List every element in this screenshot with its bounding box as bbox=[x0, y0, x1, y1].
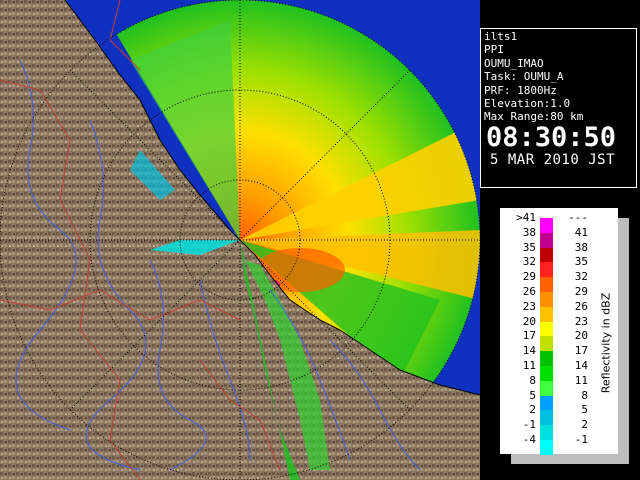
legend-row: -4 -1 bbox=[500, 433, 618, 456]
legend-color-swatch bbox=[540, 277, 553, 293]
legend-color-swatch bbox=[540, 395, 553, 411]
scan-date: 5 MAR 2010 JST bbox=[490, 151, 616, 168]
legend-color-swatch bbox=[540, 218, 553, 234]
radar-map bbox=[0, 0, 480, 480]
legend-color-swatch bbox=[540, 336, 553, 352]
legend-color-swatch bbox=[540, 232, 553, 249]
scan-time: 08:30:50 bbox=[486, 121, 617, 153]
info-elevation: Elevation:1.0 bbox=[484, 97, 571, 111]
legend-color-swatch bbox=[540, 410, 553, 426]
legend-color-swatch bbox=[540, 440, 553, 456]
info-task: Task: OUMU_A bbox=[484, 70, 564, 84]
legend-color-swatch bbox=[540, 380, 553, 397]
legend-color-swatch bbox=[540, 351, 553, 367]
info-scan-type: PPI bbox=[484, 43, 504, 57]
legend-title: Reflectivity in dBZ bbox=[599, 292, 613, 394]
info-prf: PRF: 1800Hz bbox=[484, 83, 557, 97]
legend-color-swatch bbox=[540, 292, 553, 308]
legend-color-swatch bbox=[540, 262, 553, 278]
legend-high-value: -1 bbox=[574, 433, 588, 446]
info-site: OUMU_IMAO bbox=[484, 56, 544, 70]
scan-info-panel: ilts1 PPI OUMU_IMAO Task: OUMU_A PRF: 18… bbox=[480, 28, 637, 188]
legend-low-value: -4 bbox=[522, 433, 536, 446]
legend-color-swatch bbox=[540, 425, 553, 441]
info-system-name: ilts1 bbox=[484, 30, 518, 43]
legend-color-swatch bbox=[540, 321, 553, 337]
legend-box: >41 --- 38 41 35 38 32 35 29 32 26 29 23 26 20 23 17 20 14… bbox=[500, 208, 618, 456]
legend-color-swatch bbox=[540, 366, 553, 382]
reflectivity-legend: >41 --- 38 41 35 38 32 35 29 32 26 29 23 26 20 23 17 20 14… bbox=[500, 208, 632, 466]
legend-color-swatch bbox=[540, 306, 553, 323]
radar-ppi-view[interactable] bbox=[0, 0, 480, 480]
legend-color-swatch bbox=[540, 247, 553, 263]
